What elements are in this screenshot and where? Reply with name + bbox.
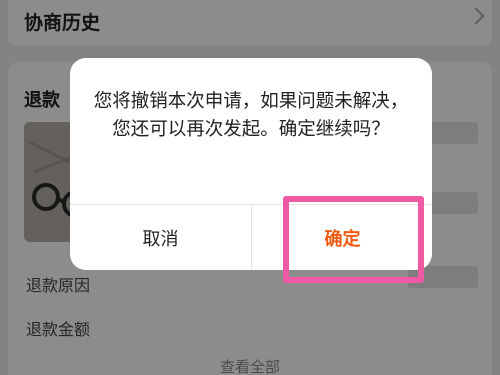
- cancel-button-label: 取消: [142, 228, 179, 250]
- cancel-button[interactable]: 取消: [70, 205, 251, 270]
- highlight-box: [283, 196, 424, 283]
- dialog-message: 您将撤销本次申请，如果问题未解决，您还可以再次发起。确定继续吗？: [93, 91, 409, 140]
